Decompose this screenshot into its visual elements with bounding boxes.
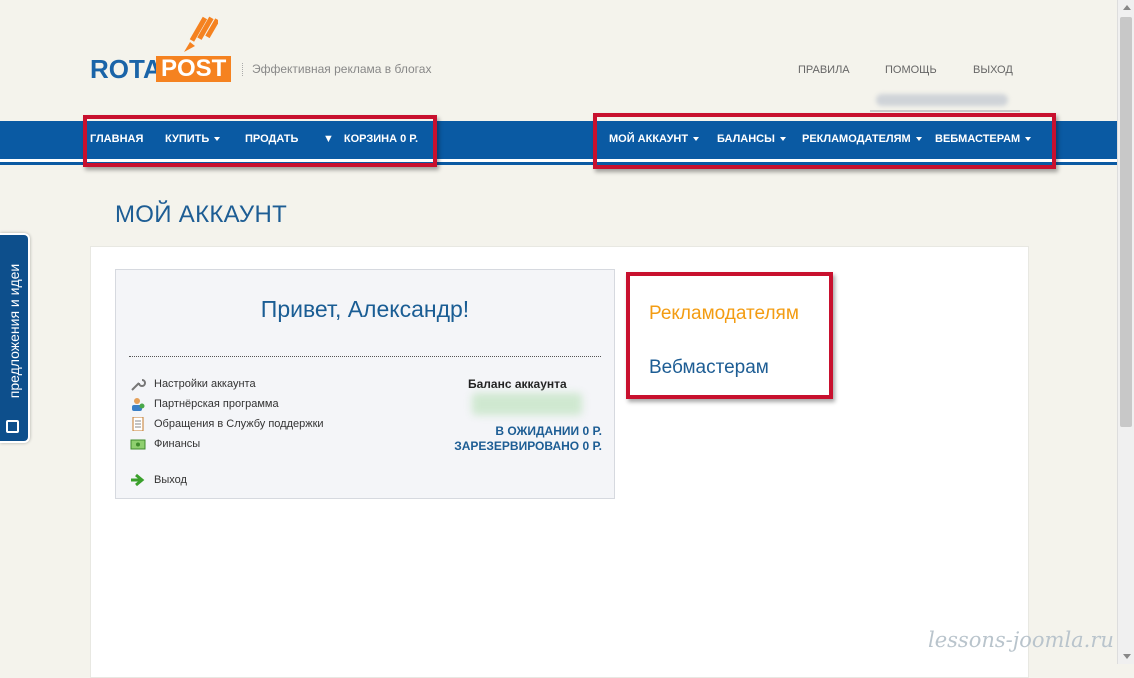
feedback-icon [6, 420, 19, 433]
menu-partner-program[interactable]: Партнёрская программа [130, 397, 279, 411]
balance-title: Баланс аккаунта [468, 377, 567, 391]
menu-logout-label: Выход [154, 473, 187, 486]
rotapost-logo[interactable]: ROTA POST [90, 12, 235, 82]
wrench-icon [131, 379, 146, 391]
help-link[interactable]: ПОМОЩЬ [885, 64, 937, 76]
balance-reserved[interactable]: ЗАРЕЗЕРВИРОВАНО 0 р. [454, 439, 602, 453]
email-underline [870, 110, 1020, 112]
feedback-tab[interactable]: предложения и идеи [0, 233, 30, 443]
scrollbar-thumb[interactable] [1120, 17, 1132, 427]
greeting: Привет, Александр! [260, 296, 470, 322]
vertical-scrollbar[interactable] [1117, 0, 1134, 664]
divider [129, 356, 601, 357]
menu-support-tickets-label: Обращения в Службу поддержки [154, 417, 324, 430]
menu-logout[interactable]: Выход [130, 473, 187, 487]
highlight-box-side-links [626, 272, 833, 399]
tagline: Эффективная реклама в блогах [242, 63, 431, 76]
money-icon [130, 439, 146, 450]
arrow-right-icon [131, 473, 145, 487]
menu-partner-program-label: Партнёрская программа [154, 397, 279, 410]
feedback-tab-label: предложения и идеи [6, 263, 22, 399]
account-box: Привет, Александр! Настройки аккаунта Па… [115, 269, 615, 499]
highlight-box-left-nav [83, 115, 437, 167]
balance-pending[interactable]: В ОЖИДАНИИ 0 р. [495, 424, 602, 438]
scroll-up-icon[interactable] [1123, 5, 1131, 10]
logo-rota-text: ROTA [90, 54, 162, 84]
menu-finances-label: Финансы [154, 437, 201, 450]
menu-account-settings-label: Настройки аккаунта [154, 377, 256, 390]
users-icon [132, 398, 145, 411]
balance-value-blurred [472, 393, 582, 415]
rules-link[interactable]: ПРАВИЛА [798, 64, 850, 76]
watermark: lessons-joomla.ru [928, 628, 1114, 652]
highlight-box-right-nav [593, 113, 1056, 169]
user-email-blurred [876, 94, 1008, 106]
menu-support-tickets[interactable]: Обращения в Службу поддержки [130, 417, 324, 431]
pencil-logo-icon [184, 16, 218, 52]
menu-finances[interactable]: Финансы [130, 437, 200, 451]
document-icon [132, 417, 144, 431]
logo-post-text: POST [156, 56, 232, 82]
page-title: МОЙ АККАУНТ [115, 201, 288, 228]
logout-link[interactable]: ВЫХОД [973, 64, 1013, 76]
menu-account-settings[interactable]: Настройки аккаунта [130, 377, 256, 391]
scroll-down-icon[interactable] [1123, 654, 1131, 659]
